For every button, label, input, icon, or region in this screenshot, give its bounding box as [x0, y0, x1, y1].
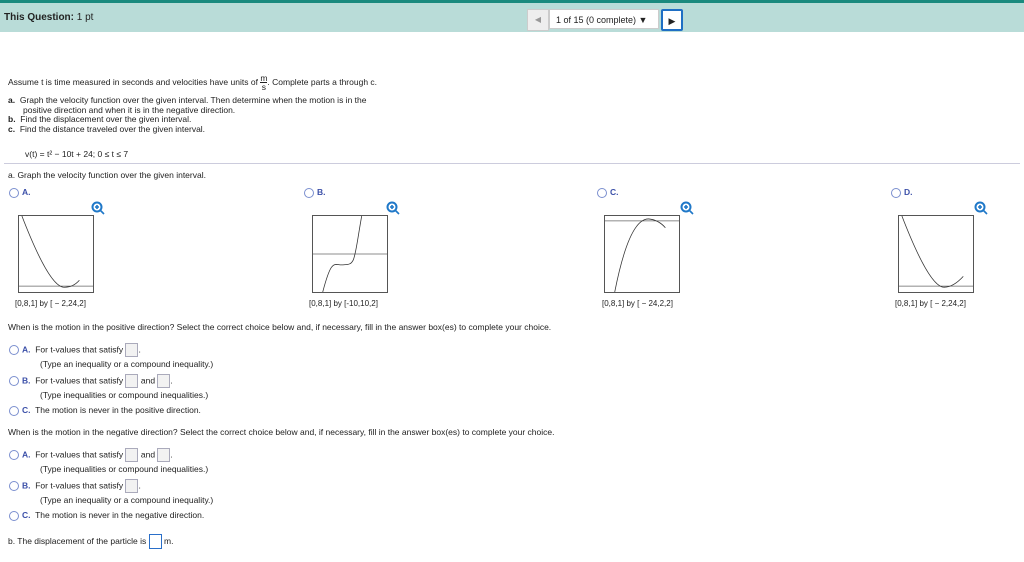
question-navigator: ◀ 1 of 15 (0 complete) ▼ ▶: [527, 9, 683, 31]
graph-option-b[interactable]: B.: [304, 187, 326, 198]
question-select-dropdown[interactable]: 1 of 15 (0 complete) ▼: [549, 9, 659, 29]
part-a-prompt: a. Graph the velocity function over the …: [8, 170, 206, 180]
zoom-in-icon[interactable]: [386, 201, 400, 215]
positive-choice-a[interactable]: A. For t-values that satisfy .: [9, 343, 141, 357]
negative-choice-a[interactable]: A. For t-values that satisfy and .: [9, 448, 173, 462]
radio-button[interactable]: [9, 345, 19, 355]
answer-input[interactable]: [125, 448, 139, 462]
graph-c-window: [0,8,1] by [ − 24,2,2]: [602, 299, 673, 308]
positive-prompt: When is the motion in the positive direc…: [8, 322, 552, 332]
problem-parts: a. Graph the velocity function over the …: [8, 95, 367, 134]
graph-c: [604, 215, 680, 293]
velocity-function: v(t) = t² − 10t + 24; 0 ≤ t ≤ 7: [25, 149, 129, 159]
radio-button[interactable]: [9, 187, 19, 198]
hint: (Type inequalities or compound inequalit…: [40, 390, 209, 400]
graph-d: [898, 215, 974, 293]
negative-choice-c[interactable]: C. The motion is never in the negative d…: [9, 510, 204, 521]
displacement-input[interactable]: [148, 534, 162, 549]
part-b: b. The displacement of the particle is m…: [8, 534, 173, 549]
graph-b-window: [0,8,1] by [-10,10,2]: [309, 299, 378, 308]
hint: (Type inequalities or compound inequalit…: [40, 464, 209, 474]
answer-input[interactable]: [157, 448, 171, 462]
negative-choice-b[interactable]: B. For t-values that satisfy .: [9, 479, 141, 493]
radio-button[interactable]: [9, 376, 19, 386]
zoom-in-icon[interactable]: [680, 201, 694, 215]
question-header: This Question: 1 pt ◀ 1 of 15 (0 complet…: [0, 0, 1024, 32]
positive-choice-c[interactable]: C. The motion is never in the positive d…: [9, 405, 201, 416]
graph-option-a[interactable]: A.: [9, 187, 31, 198]
previous-question-button[interactable]: ◀: [527, 9, 549, 31]
radio-button[interactable]: [597, 187, 607, 198]
hint: (Type an inequality or a compound inequa…: [40, 359, 214, 369]
graph-a: [18, 215, 94, 293]
graph-option-d[interactable]: D.: [891, 187, 913, 198]
answer-input[interactable]: [125, 343, 139, 357]
radio-button[interactable]: [9, 405, 19, 416]
graph-b: [312, 215, 388, 293]
radio-button[interactable]: [891, 187, 901, 198]
radio-button[interactable]: [304, 187, 314, 198]
negative-prompt: When is the motion in the negative direc…: [8, 427, 555, 437]
positive-choice-b[interactable]: B. For t-values that satisfy and .: [9, 374, 173, 388]
graph-a-window: [0,8,1] by [ − 2,24,2]: [15, 299, 86, 308]
question-points: This Question: 1 pt: [4, 12, 94, 23]
zoom-in-icon[interactable]: [91, 201, 105, 215]
next-question-button[interactable]: ▶: [661, 9, 683, 31]
divider: [4, 163, 1020, 164]
hint: (Type an inequality or a compound inequa…: [40, 495, 214, 505]
answer-input[interactable]: [157, 374, 171, 388]
zoom-in-icon[interactable]: [974, 201, 988, 215]
radio-button[interactable]: [9, 481, 19, 491]
graph-option-c[interactable]: C.: [597, 187, 619, 198]
answer-input[interactable]: [125, 479, 139, 493]
radio-button[interactable]: [9, 450, 19, 460]
problem-intro: Assume t is time measured in seconds and…: [8, 73, 378, 92]
graph-d-window: [0,8,1] by [ − 2,24,2]: [895, 299, 966, 308]
radio-button[interactable]: [9, 510, 19, 521]
answer-input[interactable]: [125, 374, 139, 388]
